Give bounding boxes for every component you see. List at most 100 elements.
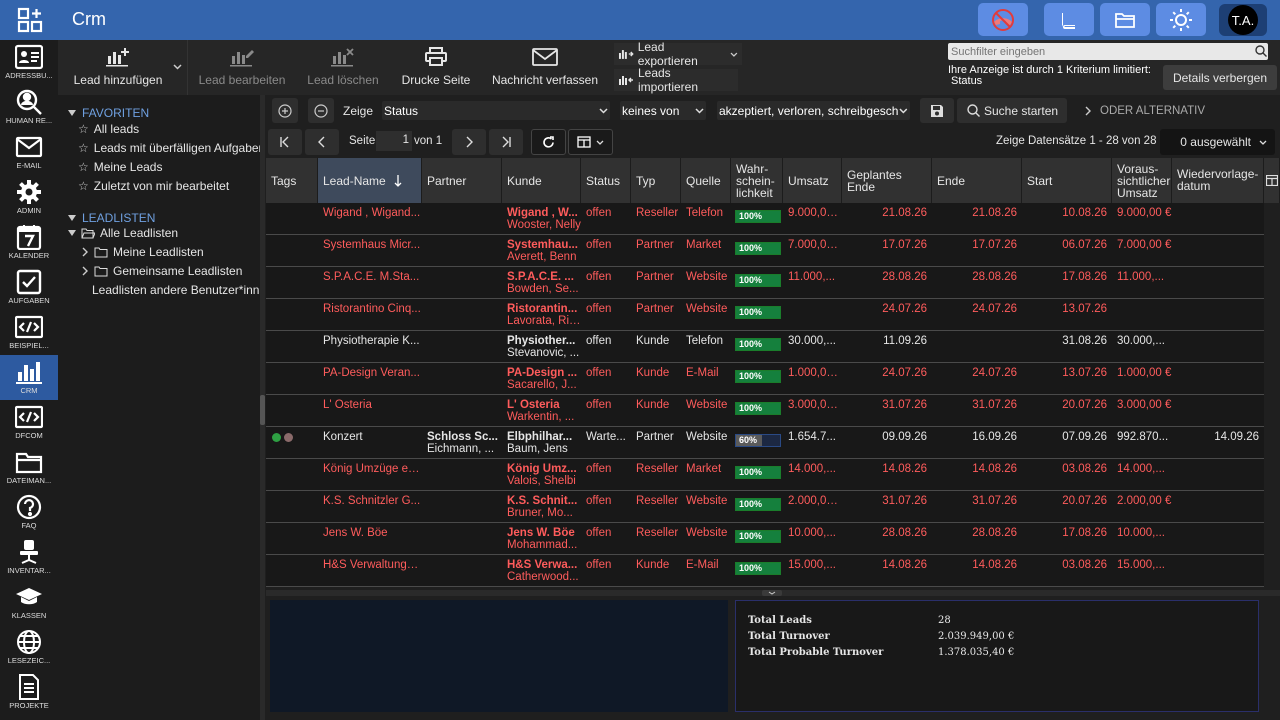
nav-dfcom[interactable]: DFCOM [0,400,58,445]
column-header-partner[interactable]: Partner [422,158,502,203]
nav-human-resources[interactable]: HUMAN RE... [0,85,58,130]
table-row[interactable]: Physiotherapie K... Physiother... Stevanov… [266,331,1264,363]
table-row[interactable]: Systemhaus Micr... Systemhau... Averett, B… [266,235,1264,267]
table-row[interactable]: S.P.A.C.E. M.Sta... S.P.A.C.E. ... Bowden,… [266,267,1264,299]
column-header-wahrscheinlichkeit[interactable]: Wahr- schein- lichkeit [731,158,783,203]
previous-page-button[interactable] [305,129,339,155]
favorites-section-header[interactable]: FAVORITEN [68,106,149,120]
apps-grid-button[interactable] [12,6,48,34]
nav-faq[interactable]: FAQ [0,490,58,535]
or-alternative-toggle[interactable]: ODER ALTERNATIV [1075,98,1215,123]
delete-lead-button[interactable]: Lead löschen [302,40,384,95]
column-header-voraussichtlicher-umsatz[interactable]: Voraus- sichtlicher Umsatz [1112,158,1172,203]
column-header-tags[interactable]: Tags [266,158,318,203]
nav-kalender[interactable]: KALENDER [0,220,58,265]
table-row[interactable]: König Umzüge e.K. König Umz... Valois, She… [266,459,1264,491]
refresh-button[interactable] [531,129,566,155]
table-row[interactable]: Jens W. Böe Jens W. Böe Mohammad... offen Re… [266,523,1264,555]
cell-geplantes-ende: 31.07.26 [882,399,927,411]
nav-email[interactable]: E-MAIL [0,130,58,175]
nav-dateimanager[interactable]: DATEIMAN... [0,445,58,490]
nav-klassen[interactable]: KLASSEN [0,580,58,625]
files-button[interactable] [1100,3,1150,36]
column-header-geplantes-ende[interactable]: Geplantes Ende [842,158,932,203]
start-search-button[interactable]: Suche starten [957,98,1067,123]
nav-projekte[interactable]: PROJEKTE [0,670,58,715]
table-row[interactable]: H&S Verwaltungs... H&S Verwa... Catherwood… [266,555,1264,587]
column-header-kunde[interactable]: Kunde [502,158,581,203]
column-header-lead-name[interactable]: Lead-Name [318,158,422,203]
column-layout-button[interactable] [568,129,613,155]
theme-toggle-button[interactable] [1156,3,1206,36]
export-lead-button[interactable]: Lead exportieren [614,40,742,68]
nav-inventar[interactable]: INVENTAR... [0,535,58,580]
selection-dropdown[interactable]: 0 ausgewählt [1160,129,1275,155]
last-page-button[interactable] [489,129,523,155]
favorite-item-overdue-tasks[interactable]: ☆ Leads mit überfälligen Aufgaben [78,141,265,155]
remove-filter-button[interactable] [308,98,334,123]
add-lead-button[interactable]: Lead hinzufügen [66,40,170,95]
tree-item-my-leadlists[interactable]: Meine Leadlisten [82,245,204,259]
cell-voraus: 992.870... [1117,431,1169,443]
column-header-typ[interactable]: Typ [631,158,681,203]
search-input[interactable] [948,43,1268,60]
column-header-umsatz[interactable]: Umsatz [783,158,842,203]
plus-circle-icon [278,103,292,118]
table-row[interactable]: L' Osteria L' Osteria Warkentin, ... offen K… [266,395,1264,427]
nav-crm[interactable]: CRM [0,355,58,400]
filter-value-text: akzeptiert, verloren, schreibgeschü [719,103,900,118]
tree-item-other-users-leadlists[interactable]: Leadlisten andere Benutzer*innen [82,283,260,297]
nav-beispiel[interactable]: BEISPIEL... [0,310,58,355]
bottom-splitter[interactable] [266,590,1280,596]
column-header-wiedervorlagedatum[interactable]: Wiedervorlage- datum [1172,158,1264,203]
add-lead-dropdown[interactable] [170,58,184,76]
probability-value: 100% [739,403,763,413]
table-row[interactable]: Konzert Schloss Sc... Eichmann, ... Elbphil… [266,427,1264,459]
filter-field-select[interactable]: Status [382,101,610,120]
table-row[interactable]: Ristorantino Cinq... Ristorantin... Lavora… [266,299,1264,331]
print-page-button[interactable]: Drucke Seite [396,40,476,95]
nav-aufgaben[interactable]: AUFGABEN [0,265,58,310]
column-header-quelle[interactable]: Quelle [681,158,731,203]
column-header-status[interactable]: Status [581,158,631,203]
user-avatar-button[interactable]: T.A. [1219,4,1267,36]
column-header-ende[interactable]: Ende [932,158,1022,203]
phone-status-button[interactable] [978,3,1028,36]
probability-bar: 100% [735,306,781,319]
cell-voraus: 11.000,... [1117,271,1165,283]
column-header-label: Voraus- sichtlicher Umsatz [1117,161,1171,200]
tag-dot-icon[interactable] [272,433,281,442]
tree-item-shared-leadlists[interactable]: Gemeinsame Leadlisten [82,264,242,278]
filter-value-select[interactable]: akzeptiert, verloren, schreibgeschü [717,101,910,120]
notes-button[interactable] [1044,3,1094,36]
favorite-item-my-leads[interactable]: ☆ Meine Leads [78,160,162,174]
nav-lesezeichen[interactable]: LESEZEIC... [0,625,58,670]
favorite-item-recently-edited[interactable]: ☆ Zuletzt von mir bearbeitet [78,179,229,193]
column-chooser-button[interactable] [1264,158,1280,203]
probability-value: 100% [739,563,763,573]
search-icon[interactable] [1255,45,1267,57]
add-filter-button[interactable] [272,98,298,123]
panel-splitter[interactable] [260,95,265,720]
tag-dot-icon[interactable] [284,433,293,442]
compose-message-button[interactable]: Nachricht verfassen [488,40,602,95]
hide-details-button[interactable]: Details verbergen [1163,65,1277,90]
cell-typ: Partner [636,239,674,251]
page-number-input[interactable]: 1 [376,131,412,151]
table-row[interactable]: PA-Design Veran... PA-Design ... Sacarello… [266,363,1264,395]
nav-adressbuch[interactable]: ADRESSBU... [0,40,58,85]
first-page-button[interactable] [268,129,302,155]
column-header-start[interactable]: Start [1022,158,1112,203]
tree-item-all-leadlists[interactable]: Alle Leadlisten [68,226,178,240]
edit-lead-button[interactable]: Lead bearbeiten [194,40,290,95]
nav-admin[interactable]: ADMIN [0,175,58,220]
leadlists-section-header[interactable]: LEADLISTEN [68,211,155,225]
table-row[interactable]: Wigand , Wigand... Wigand , W... Wooster, … [266,203,1264,235]
next-page-button[interactable] [452,129,486,155]
save-filter-button[interactable] [920,98,954,123]
filter-operator-select[interactable]: keines von [620,101,706,120]
favorite-item-all-leads[interactable]: ☆ All leads [78,122,139,136]
table-row[interactable]: K.S. Schnitzler G... K.S. Schnit... Bruner… [266,491,1264,523]
cell-status: offen [586,271,612,283]
import-leads-button[interactable]: Leads importieren [614,66,738,94]
